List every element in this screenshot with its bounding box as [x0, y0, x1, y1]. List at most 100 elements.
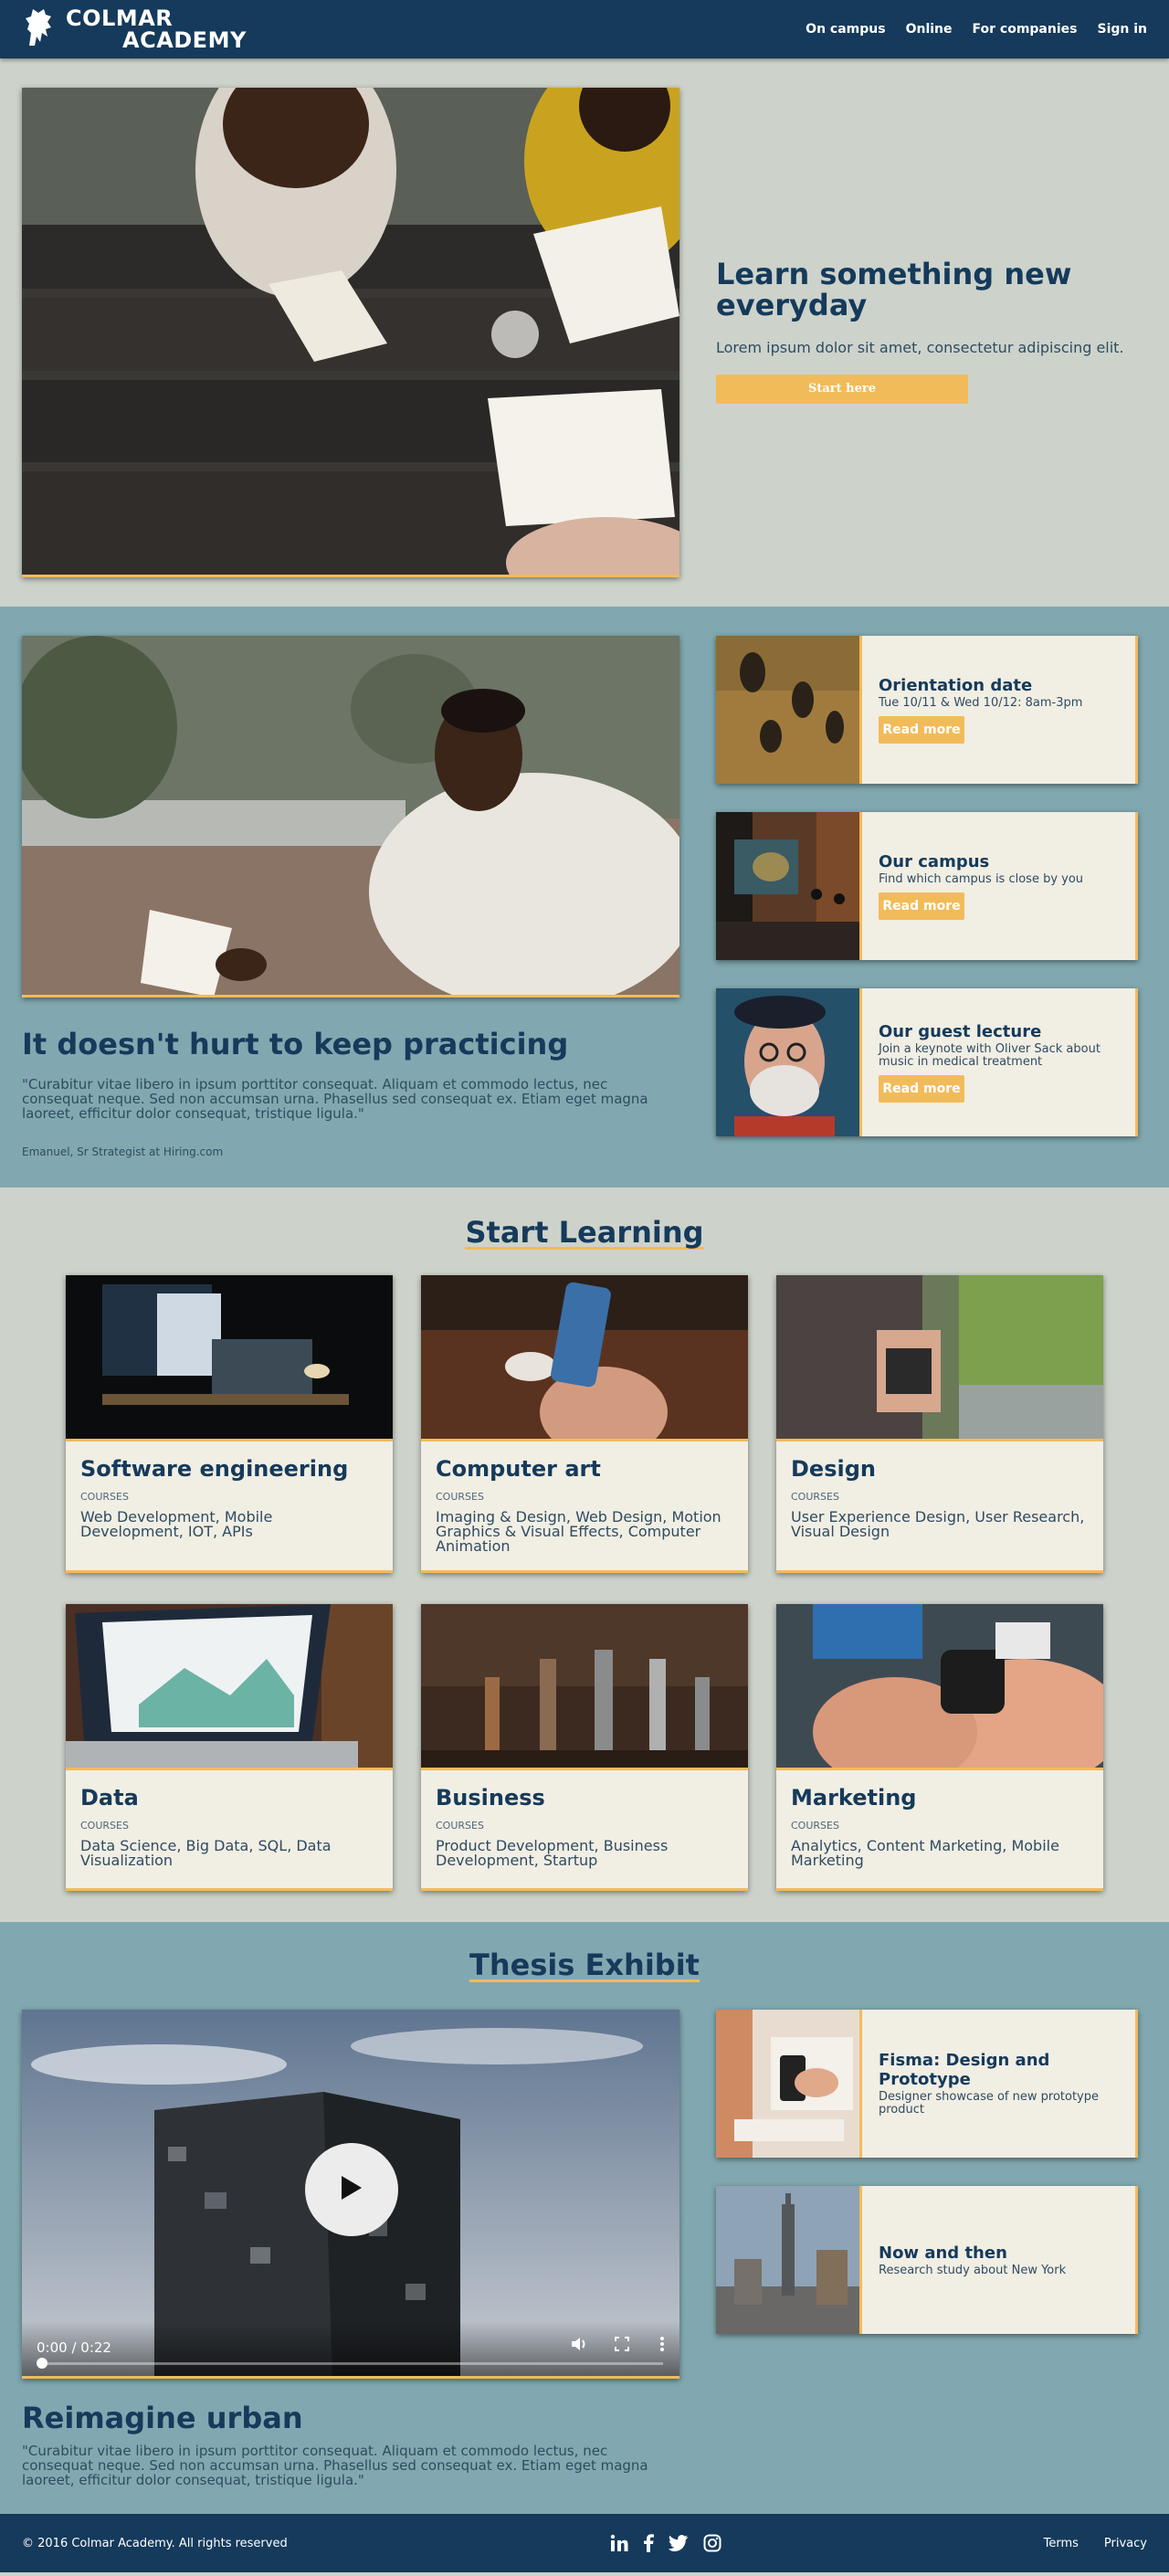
instagram-icon[interactable]	[703, 2534, 721, 2552]
project-title: Fisma: Design and Prototype	[879, 2051, 1050, 2090]
site-footer: © 2016 Colmar Academy. All rights reserv…	[0, 2514, 1169, 2572]
course-kicker: COURSES	[791, 1820, 839, 1832]
event-title: Orientation date	[879, 675, 1033, 695]
project-title: Now and then	[879, 2243, 1007, 2263]
more-options-icon[interactable]	[659, 2336, 665, 2356]
event-card: Orientation date Tue 10/11 & Wed 10/12: …	[716, 636, 1138, 784]
section-title: Thesis Exhibit	[0, 1948, 1169, 1982]
course-card[interactable]: Design COURSES User Experience Design, U…	[776, 1275, 1103, 1573]
course-title: Software engineering	[80, 1456, 349, 1482]
nav-sign-in[interactable]: Sign in	[1097, 22, 1147, 37]
event-thumbnail	[716, 636, 862, 784]
logo-line-2: ACADEMY	[122, 27, 247, 53]
course-topics: Web Development, Mobile Development, IOT…	[80, 1508, 273, 1540]
lion-logo-icon	[22, 5, 58, 53]
course-card[interactable]: Computer art COURSES Imaging & Design, W…	[421, 1275, 748, 1573]
event-card: Our guest lecture Join a keynote with Ol…	[716, 988, 1138, 1136]
course-image	[421, 1604, 748, 1770]
practice-title: It doesn't hurt to keep practicing	[22, 1027, 569, 1061]
privacy-link[interactable]: Privacy	[1104, 2537, 1147, 2550]
hero-title: Learn something new everyday	[716, 257, 1072, 322]
project-thumbnail	[716, 2010, 862, 2158]
project-description: Designer showcase of new prototype produ…	[879, 2090, 1099, 2117]
course-title: Business	[436, 1785, 545, 1811]
linkedin-icon[interactable]	[610, 2534, 628, 2552]
course-topics: Analytics, Content Marketing, Mobile Mar…	[791, 1837, 1059, 1869]
play-button[interactable]	[305, 2143, 398, 2236]
hero-section: Learn something new everyday Lorem ipsum…	[0, 58, 1169, 607]
thesis-title: Thesis Exhibit	[469, 1948, 700, 1982]
event-title: Our campus	[879, 851, 990, 871]
course-image	[776, 1275, 1103, 1441]
practice-section: It doesn't hurt to keep practicing "Cura…	[0, 607, 1169, 1188]
video-player[interactable]: 0:00 / 0:22	[22, 2010, 679, 2379]
course-card[interactable]: Software engineering COURSES Web Develop…	[66, 1275, 393, 1573]
start-learning-section: Start Learning Software engineering COUR…	[0, 1188, 1169, 1922]
play-icon	[340, 2174, 363, 2205]
start-here-button[interactable]: Start here	[716, 375, 968, 405]
footer-links: Terms Privacy	[1044, 2537, 1147, 2550]
brand-logo[interactable]: COLMAR ACADEMY	[22, 5, 247, 53]
course-kicker: COURSES	[791, 1491, 839, 1503]
course-card[interactable]: Marketing COURSES Analytics, Content Mar…	[776, 1604, 1103, 1891]
volume-icon[interactable]	[570, 2336, 588, 2356]
main-nav: On campus Online For companies Sign in	[806, 22, 1147, 37]
nav-online[interactable]: Online	[906, 22, 953, 37]
course-topics: Product Development, Business Developmen…	[436, 1837, 669, 1869]
facebook-icon[interactable]	[643, 2534, 654, 2552]
course-kicker: COURSES	[80, 1820, 129, 1832]
project-card[interactable]: Now and then Research study about New Yo…	[716, 2186, 1138, 2334]
read-more-button[interactable]: Read more	[879, 1075, 964, 1103]
course-topics: Imaging & Design, Web Design, Motion Gra…	[436, 1508, 721, 1555]
twitter-icon[interactable]	[668, 2535, 689, 2551]
section-title: Start Learning	[0, 1215, 1169, 1250]
site-header: COLMAR ACADEMY On campus Online For comp…	[0, 0, 1169, 58]
course-image	[776, 1604, 1103, 1770]
project-thumbnail	[716, 2186, 862, 2334]
start-learning-title: Start Learning	[465, 1215, 704, 1250]
course-image	[421, 1275, 748, 1441]
event-description: Join a keynote with Oliver Sack about mu…	[879, 1041, 1101, 1069]
course-image	[66, 1604, 393, 1770]
event-description: Find which campus is close by you	[879, 871, 1084, 886]
project-card[interactable]: Fisma: Design and Prototype Designer sho…	[716, 2010, 1138, 2158]
event-description: Tue 10/11 & Wed 10/12: 8am-3pm	[879, 695, 1083, 710]
thesis-section: Thesis Exhibit 0:00 / 0:22 Fisma: Design…	[0, 1922, 1169, 2514]
event-card: Our campus Find which campus is close by…	[716, 812, 1138, 960]
social-links	[610, 2534, 721, 2552]
course-card[interactable]: Data COURSES Data Science, Big Data, SQL…	[66, 1604, 393, 1891]
copyright: © 2016 Colmar Academy. All rights reserv…	[22, 2536, 288, 2550]
hero-subtitle: Lorem ipsum dolor sit amet, consectetur …	[716, 339, 1124, 357]
course-kicker: COURSES	[436, 1820, 484, 1832]
course-kicker: COURSES	[436, 1491, 484, 1503]
nav-for-companies[interactable]: For companies	[973, 22, 1078, 37]
course-card[interactable]: Business COURSES Product Development, Bu…	[421, 1604, 748, 1891]
read-more-button[interactable]: Read more	[879, 892, 964, 921]
course-image	[66, 1275, 393, 1441]
event-thumbnail	[716, 988, 862, 1136]
practice-quote: "Curabitur vitae libero in ipsum porttit…	[22, 1076, 648, 1122]
practice-image	[22, 636, 679, 998]
logo-line-1: COLMAR	[66, 5, 174, 31]
video-progress-track[interactable]	[42, 2362, 663, 2365]
nav-on-campus[interactable]: On campus	[806, 22, 885, 37]
thesis-quote: "Curabitur vitae libero in ipsum porttit…	[22, 2443, 648, 2488]
course-topics: User Experience Design, User Research, V…	[791, 1508, 1085, 1540]
event-title: Our guest lecture	[879, 1021, 1042, 1041]
video-scrubber-handle[interactable]	[37, 2358, 47, 2369]
practice-author: Emanuel, Sr Strategist at Hiring.com	[22, 1145, 224, 1158]
course-title: Design	[791, 1456, 876, 1482]
hero-image	[22, 88, 679, 577]
course-title: Data	[80, 1785, 139, 1811]
thesis-subtitle: Reimagine urban	[22, 2401, 303, 2435]
fullscreen-icon[interactable]	[614, 2336, 630, 2356]
terms-link[interactable]: Terms	[1044, 2537, 1079, 2550]
course-topics: Data Science, Big Data, SQL, Data Visual…	[80, 1837, 332, 1869]
project-description: Research study about New York	[879, 2263, 1067, 2277]
course-title: Computer art	[436, 1456, 601, 1482]
event-thumbnail	[716, 812, 862, 960]
video-controls: 0:00 / 0:22	[22, 2321, 679, 2376]
read-more-button[interactable]: Read more	[879, 716, 964, 744]
video-time: 0:00 / 0:22	[37, 2339, 111, 2356]
course-title: Marketing	[791, 1785, 917, 1811]
